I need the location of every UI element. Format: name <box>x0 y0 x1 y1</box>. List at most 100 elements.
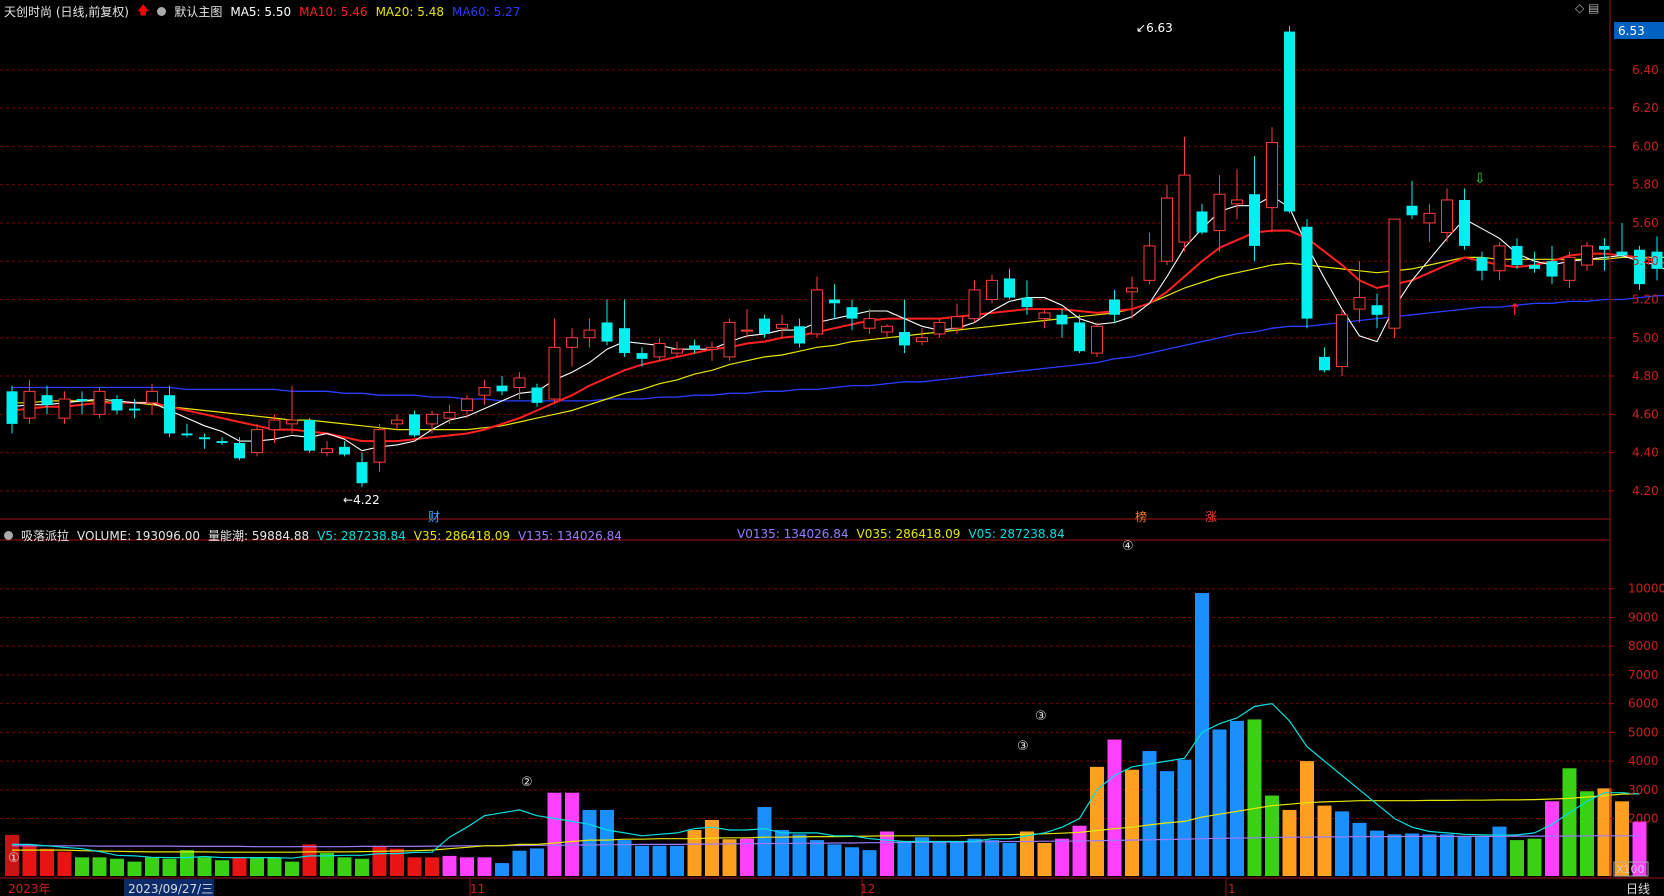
volume-bar <box>1527 838 1542 876</box>
candle-body-down <box>111 399 123 411</box>
bang-marker[interactable]: 榜 <box>1135 509 1147 524</box>
candle-body-down <box>899 332 910 346</box>
candle <box>1056 309 1068 338</box>
candle <box>723 318 736 361</box>
candle-body-up <box>741 329 753 332</box>
candle-body-up <box>1353 297 1366 310</box>
candle <box>1231 169 1243 220</box>
candle-body-down <box>846 307 858 319</box>
candle <box>76 391 88 415</box>
volume-bar <box>1020 831 1034 876</box>
candle-body-down <box>1109 299 1120 315</box>
x-label-nov: 11 <box>470 882 485 896</box>
candle-body-down <box>1004 278 1015 298</box>
period-label[interactable]: 日线 <box>1626 882 1650 896</box>
stock-title: 天创时尚 (日线,前复权) <box>4 5 129 19</box>
candle <box>1178 136 1191 252</box>
volume-bar <box>617 840 632 876</box>
volume-bar <box>635 845 649 876</box>
volume-value: VOLUME: 193096.00 <box>77 528 201 543</box>
volume-bar <box>162 858 177 876</box>
price-tick-label: 6.40 <box>1632 63 1659 77</box>
candle-body-up <box>968 289 981 320</box>
candle <box>146 383 158 415</box>
volume-bar <box>547 792 562 876</box>
volume-bar <box>1317 805 1332 876</box>
ma5-polyline <box>11 195 1664 452</box>
candle-body-down <box>181 433 193 436</box>
indicator-name[interactable]: 吸落派拉 <box>21 527 69 544</box>
candle <box>1563 251 1576 289</box>
candle <box>339 441 350 457</box>
candle <box>1406 180 1418 220</box>
qnc-value: 量能潮: 59884.88 <box>208 529 310 543</box>
main-chart-label[interactable]: 默认主图 <box>174 3 222 20</box>
settings-icon[interactable] <box>157 7 167 16</box>
volume-bar <box>1195 593 1209 876</box>
candle-body-up <box>1441 199 1453 234</box>
candle-body-up <box>513 377 526 389</box>
candle-body-down <box>304 420 315 451</box>
volume-bar <box>1335 811 1349 876</box>
candle <box>1213 175 1226 252</box>
volume-bar <box>267 857 282 876</box>
candle-body-down <box>689 345 700 350</box>
candle-body-up <box>776 323 788 329</box>
candle-body-up <box>1336 314 1348 367</box>
volume-bar <box>845 847 859 876</box>
candle-body-up <box>863 318 876 329</box>
candle-body-down <box>1511 245 1523 266</box>
candle-body-down <box>234 443 245 459</box>
candle-body-down <box>76 399 88 401</box>
current-price-text: 6.53 <box>1618 24 1645 38</box>
candle-body-up <box>1231 199 1243 205</box>
cai-marker[interactable]: 财 <box>428 510 440 524</box>
volume-tick-label: 7000 <box>1628 668 1659 682</box>
candle <box>164 385 175 438</box>
volume-bar <box>22 844 37 876</box>
candle-body-up <box>1388 218 1401 329</box>
candle-body-up <box>723 321 736 358</box>
candle-body-up <box>1161 197 1173 262</box>
volume-bar <box>127 861 142 876</box>
candle <box>1249 155 1260 262</box>
volume-bar <box>757 807 772 876</box>
volume-tick-label: 2000 <box>1628 812 1659 826</box>
candle-body-down <box>1406 205 1418 216</box>
window-controls[interactable]: ◇ ▤ <box>1575 1 1599 15</box>
candle <box>496 376 508 396</box>
volume-bar <box>1422 834 1437 876</box>
candle-body-up <box>23 390 36 419</box>
volume-bar <box>1492 826 1507 876</box>
volume-bar <box>880 831 894 876</box>
candle <box>1423 203 1436 243</box>
zhang-marker[interactable]: 涨 <box>1205 509 1217 524</box>
candle <box>58 391 71 424</box>
candle <box>776 314 788 338</box>
volume-bar <box>250 857 264 876</box>
candle <box>916 328 928 346</box>
volume-tick-label: 3000 <box>1628 783 1659 797</box>
price-tick-label: 6.20 <box>1632 101 1659 115</box>
candle <box>881 324 893 338</box>
candle-body-down <box>619 328 630 354</box>
candle <box>531 383 543 407</box>
candle-body-down <box>41 395 53 405</box>
volume-bar <box>827 844 842 876</box>
volume-bar <box>1405 833 1419 876</box>
volume-bar <box>1055 838 1069 876</box>
candle <box>548 318 561 403</box>
candle-body-up <box>1143 245 1156 281</box>
high-label: ↙6.63 <box>1136 21 1173 35</box>
price-tick-label: 4.40 <box>1632 446 1659 460</box>
volume-header-right: V0135: 134026.84 V035: 286418.09 V05: 28… <box>737 527 1065 541</box>
candlestick-chart[interactable]: 4.20 4.40 4.60 4.80 5.00 5.20 5.40 5.60 5.80 6.00… <box>0 0 1664 896</box>
candle <box>1196 203 1208 235</box>
candle-body-up <box>251 429 263 454</box>
candle-body-down <box>409 414 420 436</box>
volume-settings-icon[interactable] <box>4 531 13 540</box>
candle-body-up <box>811 289 823 335</box>
volume-bar <box>565 792 579 876</box>
candle-body-down <box>6 391 18 424</box>
volume-bar <box>1265 795 1279 876</box>
